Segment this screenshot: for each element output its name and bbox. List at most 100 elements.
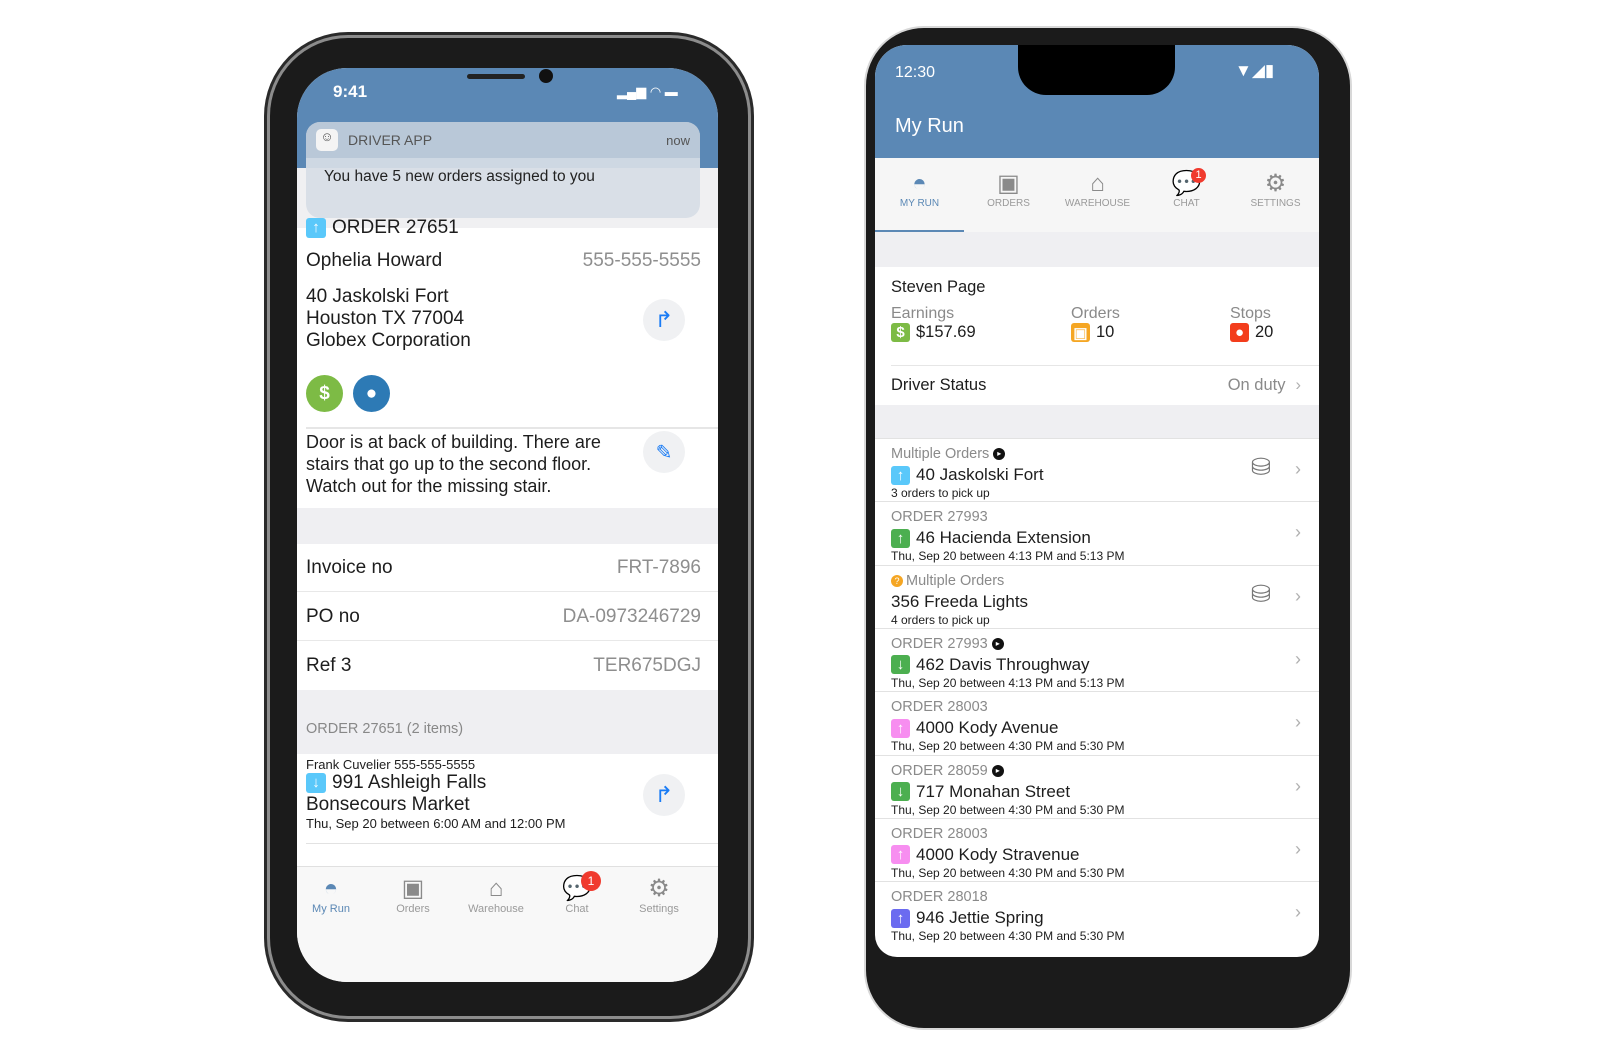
- chevron-right-icon: ›: [1295, 712, 1301, 733]
- chat-badge: 1: [1191, 168, 1206, 183]
- warehouse-icon: ⌂: [488, 875, 504, 902]
- ios-tab-bar: ◓ My Run ▣ Orders ⌂ Warehouse 💬 Chat 1 ⚙ Setti…: [297, 866, 718, 982]
- item-address: 40 Jaskolski Fort: [916, 465, 1044, 484]
- item-subtitle: Thu, Sep 20 between 4:30 PM and 5:30 PM: [891, 802, 1125, 817]
- gear-icon: ⚙: [1264, 170, 1287, 197]
- run-list-item[interactable]: Multiple Orders ▸ ↑ 40 Jaskolski Fort 3 orde…: [875, 438, 1319, 502]
- tab-orders[interactable]: ▣ ORDERS: [964, 170, 1053, 209]
- run-list-item[interactable]: ORDER 27993 ↑ 46 Hacienda Extension Thu, Se…: [875, 501, 1319, 565]
- tab-my-run[interactable]: ◓ My Run: [305, 875, 357, 915]
- run-list-item[interactable]: ORDER 28003 ↑ 4000 Kody Stravenue Thu, Sep …: [875, 817, 1319, 882]
- driver-app-icon: ☺: [316, 129, 338, 151]
- status-icons: ▼◢▮: [1235, 61, 1275, 80]
- item-header: ORDER 27993: [891, 509, 988, 526]
- android-tab-bar: ◓ MY RUN ▣ ORDERS ⌂ WAREHOUSE 💬 CHAT 1 ⚙ SETTI…: [875, 158, 1319, 232]
- orders-stat: Orders ▣ 10: [1071, 305, 1120, 343]
- pickup-arrow-icon: ↑: [891, 465, 910, 485]
- chevron-right-icon: ›: [1295, 838, 1301, 859]
- edit-notes-button[interactable]: ✎: [643, 431, 685, 473]
- item-address: 46 Hacienda Extension: [916, 528, 1091, 548]
- customer-row: Ophelia Howard 555-555-5555: [306, 250, 701, 272]
- packages-icon: ⛁: [1250, 580, 1271, 608]
- notification-message: You have 5 new orders assigned to you: [324, 168, 595, 185]
- camera: [539, 69, 553, 83]
- run-list-item[interactable]: ? Multiple Orders 356 Freeda Lights 4 order…: [875, 564, 1319, 629]
- chevron-right-icon: ›: [1295, 775, 1301, 796]
- items-header: ORDER 27651 (2 items): [297, 690, 718, 754]
- tab-my-run[interactable]: ◓ MY RUN: [875, 170, 964, 232]
- chevron-right-icon: ›: [1295, 376, 1302, 394]
- item-header: ORDER 28018: [891, 889, 988, 906]
- item-address: 717 Monahan Street: [916, 781, 1071, 801]
- gear-icon: ⚙: [648, 875, 670, 902]
- notification-time: now: [666, 132, 690, 148]
- flag-icon: ▸: [991, 764, 1004, 777]
- dropoff-arrow-icon: ↓: [891, 782, 910, 801]
- chevron-right-icon: ›: [1295, 648, 1301, 669]
- run-list-item[interactable]: ORDER 28018 ↑ 946 Jettie Spring Thu, Sep 20…: [875, 881, 1319, 945]
- chevron-right-icon: ›: [1295, 522, 1301, 543]
- item-address: 946 Jettie Spring: [916, 908, 1044, 928]
- earnings-stat: Earnings $ $157.69: [891, 305, 976, 343]
- directions-button[interactable]: ↱: [643, 299, 685, 341]
- stop-item[interactable]: Frank Cuvelier 555-555-5555 ↓ 991 Ashleig…: [306, 757, 565, 831]
- warning-icon: ?: [891, 574, 903, 587]
- status-time: 12:30: [895, 64, 936, 81]
- item-header: ORDER 28059: [891, 762, 988, 779]
- field-row: Ref 3 TER675DGJ: [306, 655, 701, 676]
- order-address: 40 Jaskolski Fort Houston TX 77004 Globex …: [306, 286, 471, 351]
- driver-name: Steven Page: [891, 278, 986, 296]
- flag-icon: ▸: [991, 638, 1004, 651]
- stop-directions-button[interactable]: ↱: [643, 774, 685, 816]
- stop-icon: ●: [1230, 323, 1249, 343]
- item-address: 462 Davis Throughway: [916, 654, 1090, 674]
- driver-status-row[interactable]: Driver Status On duty ›: [891, 366, 1301, 405]
- tab-warehouse[interactable]: ⌂ WAREHOUSE: [1053, 170, 1142, 209]
- notification-app: DRIVER APP: [348, 132, 433, 148]
- run-list-item[interactable]: ORDER 28059 ▸ ↓ 717 Monahan Street Thu, Sep …: [875, 754, 1319, 819]
- tab-settings[interactable]: ⚙ SETTINGS: [1231, 170, 1319, 209]
- tab-warehouse[interactable]: ⌂ Warehouse: [461, 875, 531, 915]
- pickup-arrow-icon: ↑: [891, 908, 910, 928]
- ios-screen: 9:41 ▂▄▆ ◠ ▬ ☺ DRIVER APP now You have 5…: [297, 68, 718, 982]
- dropoff-arrow-icon: ↓: [891, 655, 910, 675]
- orders-box-icon: ▣: [401, 875, 425, 902]
- chat-badge: 1: [581, 871, 601, 891]
- dropoff-arrow-icon: ↓: [306, 772, 326, 793]
- notch: [1018, 45, 1175, 95]
- item-subtitle: 3 orders to pick up: [891, 486, 990, 500]
- item-subtitle: 4 orders to pick up: [891, 612, 990, 627]
- pickup-arrow-icon: ↑: [306, 217, 326, 238]
- payment-icon[interactable]: $: [306, 375, 343, 412]
- packages-icon: ⛁: [1250, 454, 1271, 481]
- page-title: My Run: [895, 115, 964, 137]
- speaker: [467, 74, 525, 79]
- run-list-item[interactable]: ORDER 27993 ▸ ↓ 462 Davis Throughway Thu, Se…: [875, 627, 1319, 692]
- item-header: ORDER 27993: [891, 635, 988, 652]
- driver-status-value: On duty: [1227, 376, 1286, 394]
- item-address: 4000 Kody Stravenue: [916, 844, 1080, 864]
- notification-banner[interactable]: ☺ DRIVER APP now You have 5 new orders a…: [306, 122, 700, 218]
- tab-settings[interactable]: ⚙ Settings: [633, 875, 685, 915]
- item-subtitle: Thu, Sep 20 between 4:30 PM and 5:30 PM: [891, 739, 1125, 754]
- tab-chat[interactable]: 💬 CHAT 1: [1142, 168, 1231, 209]
- warehouse-icon: ⌂: [1090, 170, 1105, 197]
- item-subtitle: Thu, Sep 20 between 4:13 PM and 5:13 PM: [891, 549, 1125, 564]
- item-header: Multiple Orders: [906, 572, 1005, 589]
- item-subtitle: Thu, Sep 20 between 4:30 PM and 5:30 PM: [891, 929, 1125, 944]
- order-title: ↑ ORDER 27651: [306, 217, 459, 239]
- pickup-arrow-icon: ↑: [891, 528, 910, 548]
- contact-icon[interactable]: ●: [353, 375, 390, 412]
- delivery-notes: Door is at back of building. There are st…: [306, 432, 601, 496]
- item-address: 4000 Kody Avenue: [916, 718, 1059, 738]
- orders-box-icon: ▣: [997, 170, 1020, 197]
- tab-chat[interactable]: 💬 Chat 1: [551, 871, 603, 915]
- pickup-arrow-icon: ↑: [891, 718, 910, 738]
- tab-orders[interactable]: ▣ Orders: [387, 875, 439, 915]
- customer-phone[interactable]: 555-555-5555: [583, 250, 701, 272]
- chevron-right-icon: ›: [1295, 902, 1301, 923]
- item-address: 356 Freeda Lights: [891, 591, 1029, 611]
- run-list-item[interactable]: ORDER 28003 ↑ 4000 Kody Avenue Thu, Sep 20 …: [875, 691, 1319, 755]
- status-icons: ▂▄▆ ◠ ▬: [617, 84, 678, 99]
- box-icon: ▣: [1071, 323, 1090, 343]
